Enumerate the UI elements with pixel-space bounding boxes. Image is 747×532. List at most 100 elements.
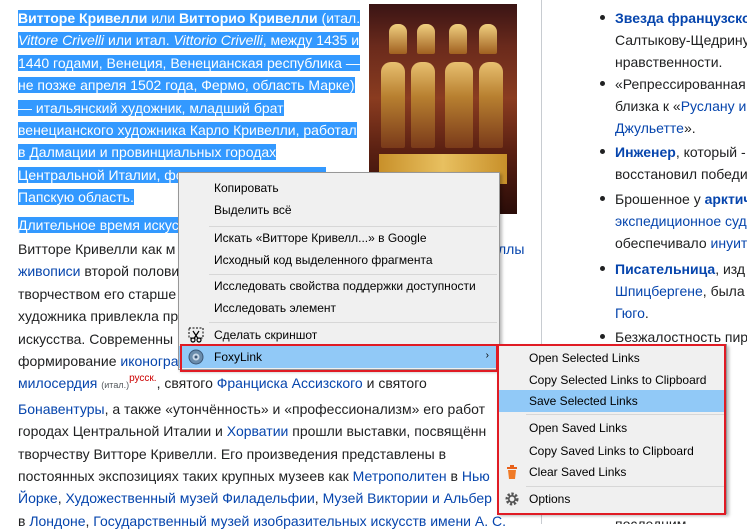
link[interactable]: милосердия xyxy=(18,375,97,391)
link[interactable]: Бонавентуры xyxy=(18,401,105,417)
menu-item-foxylink[interactable]: FoxyLink › xyxy=(179,346,499,368)
menu-item-save-selected-links[interactable]: Save Selected Links xyxy=(498,390,726,412)
text: , который - xyxy=(675,144,746,160)
line: творчеству Витторе Кривелли. Его произве… xyxy=(18,445,447,462)
menu-item-label: Options xyxy=(529,492,571,506)
menu-item-view-selection-source[interactable]: Исходный код выделенного фрагмента xyxy=(179,249,499,271)
link[interactable]: Художественный музей Филадельфии xyxy=(65,490,314,506)
menu-separator xyxy=(209,322,497,323)
menu-item-inspect-element[interactable]: Исследовать элемент xyxy=(179,297,499,319)
text: «Репрессированная xyxy=(615,76,746,92)
menu-item-open-saved-links[interactable]: Open Saved Links xyxy=(498,417,726,439)
list-item: «Репрессированная xyxy=(571,73,747,95)
menu-item-options[interactable]: Options xyxy=(498,488,726,510)
lang-sup[interactable]: русск. xyxy=(129,373,157,384)
link[interactable]: иконогра xyxy=(120,353,178,369)
link[interactable]: Метрополитен xyxy=(353,468,447,484)
line: экспедиционное суд xyxy=(615,210,747,232)
link[interactable]: Шпицбергене xyxy=(615,283,703,299)
link[interactable]: Звезда французско xyxy=(615,10,747,26)
italic-name-1: Vittore Crivelli xyxy=(18,32,105,49)
link[interactable]: Йорке xyxy=(18,490,58,506)
link[interactable]: Гюго xyxy=(615,305,645,321)
list-item: Инженер, который - xyxy=(571,141,747,163)
figure xyxy=(417,24,435,54)
menu-item-label: Исследовать свойства поддержки доступнос… xyxy=(214,279,476,293)
line: в Лондоне, Государственный музей изобраз… xyxy=(18,510,518,532)
line: постоянных экспозициях таких крупных муз… xyxy=(18,465,518,487)
menu-item-open-selected-links[interactable]: Open Selected Links xyxy=(498,347,726,369)
link[interactable]: Лондоне xyxy=(29,513,85,529)
gear-icon xyxy=(505,492,519,506)
text: второй полови xyxy=(80,263,180,280)
menu-item-label: Выделить всё xyxy=(214,203,292,217)
text: городах Центральной Италии и xyxy=(18,423,227,440)
text: , святого xyxy=(156,375,217,392)
link[interactable]: Хорватии xyxy=(227,423,289,439)
menu-item-label: Искать «Витторе Кривелл...» в Google xyxy=(214,231,427,245)
line: Салтыкову-Щедрину xyxy=(615,29,747,51)
text: постоянных экспозициях таких крупных муз… xyxy=(18,468,353,485)
line: Гюго. xyxy=(615,302,649,324)
link[interactable]: Руслану и xyxy=(681,98,747,114)
link[interactable]: Инженер xyxy=(615,144,676,160)
link[interactable]: арктич xyxy=(705,191,747,207)
figure xyxy=(445,62,473,148)
text: Салтыкову-Щедрину xyxy=(615,32,747,48)
figure xyxy=(389,24,407,54)
menu-item-copy[interactable]: Копировать xyxy=(179,177,499,199)
link[interactable]: экспедиционное суд xyxy=(615,213,747,229)
link[interactable]: Музей Виктории и Альбер xyxy=(323,490,492,506)
line: милосердия (итал.)русск., святого Франци… xyxy=(18,372,518,397)
menu-item-copy-selected-links[interactable]: Copy Selected Links to Clipboard xyxy=(498,369,726,391)
text: близка к « xyxy=(615,98,681,114)
text: в xyxy=(446,468,462,485)
selected-text-2[interactable]: Длительное время искус xyxy=(18,217,179,233)
line: близка к «Руслану и xyxy=(615,95,746,117)
line: обеспечивало инуит xyxy=(615,232,747,254)
menu-item-label: Копировать xyxy=(214,181,279,195)
link[interactable]: Писательница xyxy=(615,261,715,277)
menu-separator xyxy=(526,486,724,487)
text: и святого xyxy=(362,375,427,392)
line: последним xyxy=(615,516,687,524)
figure xyxy=(449,24,467,54)
menu-item-label: Open Saved Links xyxy=(529,421,628,435)
text: , а также «утончённость» и «профессионал… xyxy=(104,400,486,417)
submenu-arrow-icon: › xyxy=(485,350,489,361)
link[interactable]: Джульетте xyxy=(615,120,684,136)
link[interactable]: ллы xyxy=(498,241,524,257)
link[interactable]: инуит xyxy=(711,235,747,251)
menu-item-screenshot[interactable]: Сделать скриншот xyxy=(179,324,499,346)
bullet-icon xyxy=(600,81,605,86)
line: городах Центральной Италии и Хорватии пр… xyxy=(18,420,518,442)
link[interactable]: Франциска Ассизского xyxy=(217,375,363,391)
menu-item-label: Исходный код выделенного фрагмента xyxy=(214,253,433,267)
text: Брошенное у xyxy=(615,191,705,207)
line: нравственности. xyxy=(615,54,723,70)
list-item: Писательница, изд xyxy=(571,258,747,280)
text: Витторе Кривелли как м xyxy=(18,241,176,257)
menu-item-copy-saved-links[interactable]: Copy Saved Links to Clipboard xyxy=(498,440,726,462)
menu-item-select-all[interactable]: Выделить всё xyxy=(179,199,499,221)
menu-item-label: Исследовать элемент xyxy=(214,301,337,315)
menu-item-inspect-accessibility[interactable]: Исследовать свойства поддержки доступнос… xyxy=(179,275,499,297)
menu-item-label: FoxyLink xyxy=(214,350,263,364)
text: (итал. xyxy=(317,10,361,26)
bullet-icon xyxy=(600,266,605,271)
menu-item-search-google[interactable]: Искать «Витторе Кривелл...» в Google xyxy=(179,227,499,249)
link[interactable]: живописи xyxy=(18,263,80,279)
text: обеспечивало xyxy=(615,235,711,251)
text: в xyxy=(18,512,30,529)
bullet-icon xyxy=(600,149,605,154)
menu-item-label: Clear Saved Links xyxy=(529,465,627,479)
link[interactable]: Нью xyxy=(462,468,490,484)
menu-item-clear-saved-links[interactable]: Clear Saved Links xyxy=(498,461,726,483)
menu-item-label: Save Selected Links xyxy=(529,394,638,408)
title-bold-2: Витторио Кривелли xyxy=(178,10,318,26)
bullet-icon xyxy=(600,334,605,339)
bullet-icon xyxy=(600,196,605,201)
link[interactable]: Государственный музей изобразительных ис… xyxy=(93,513,506,529)
italic-name-2: Vittorio Crivelli xyxy=(173,32,263,49)
text: , изд xyxy=(715,261,746,277)
